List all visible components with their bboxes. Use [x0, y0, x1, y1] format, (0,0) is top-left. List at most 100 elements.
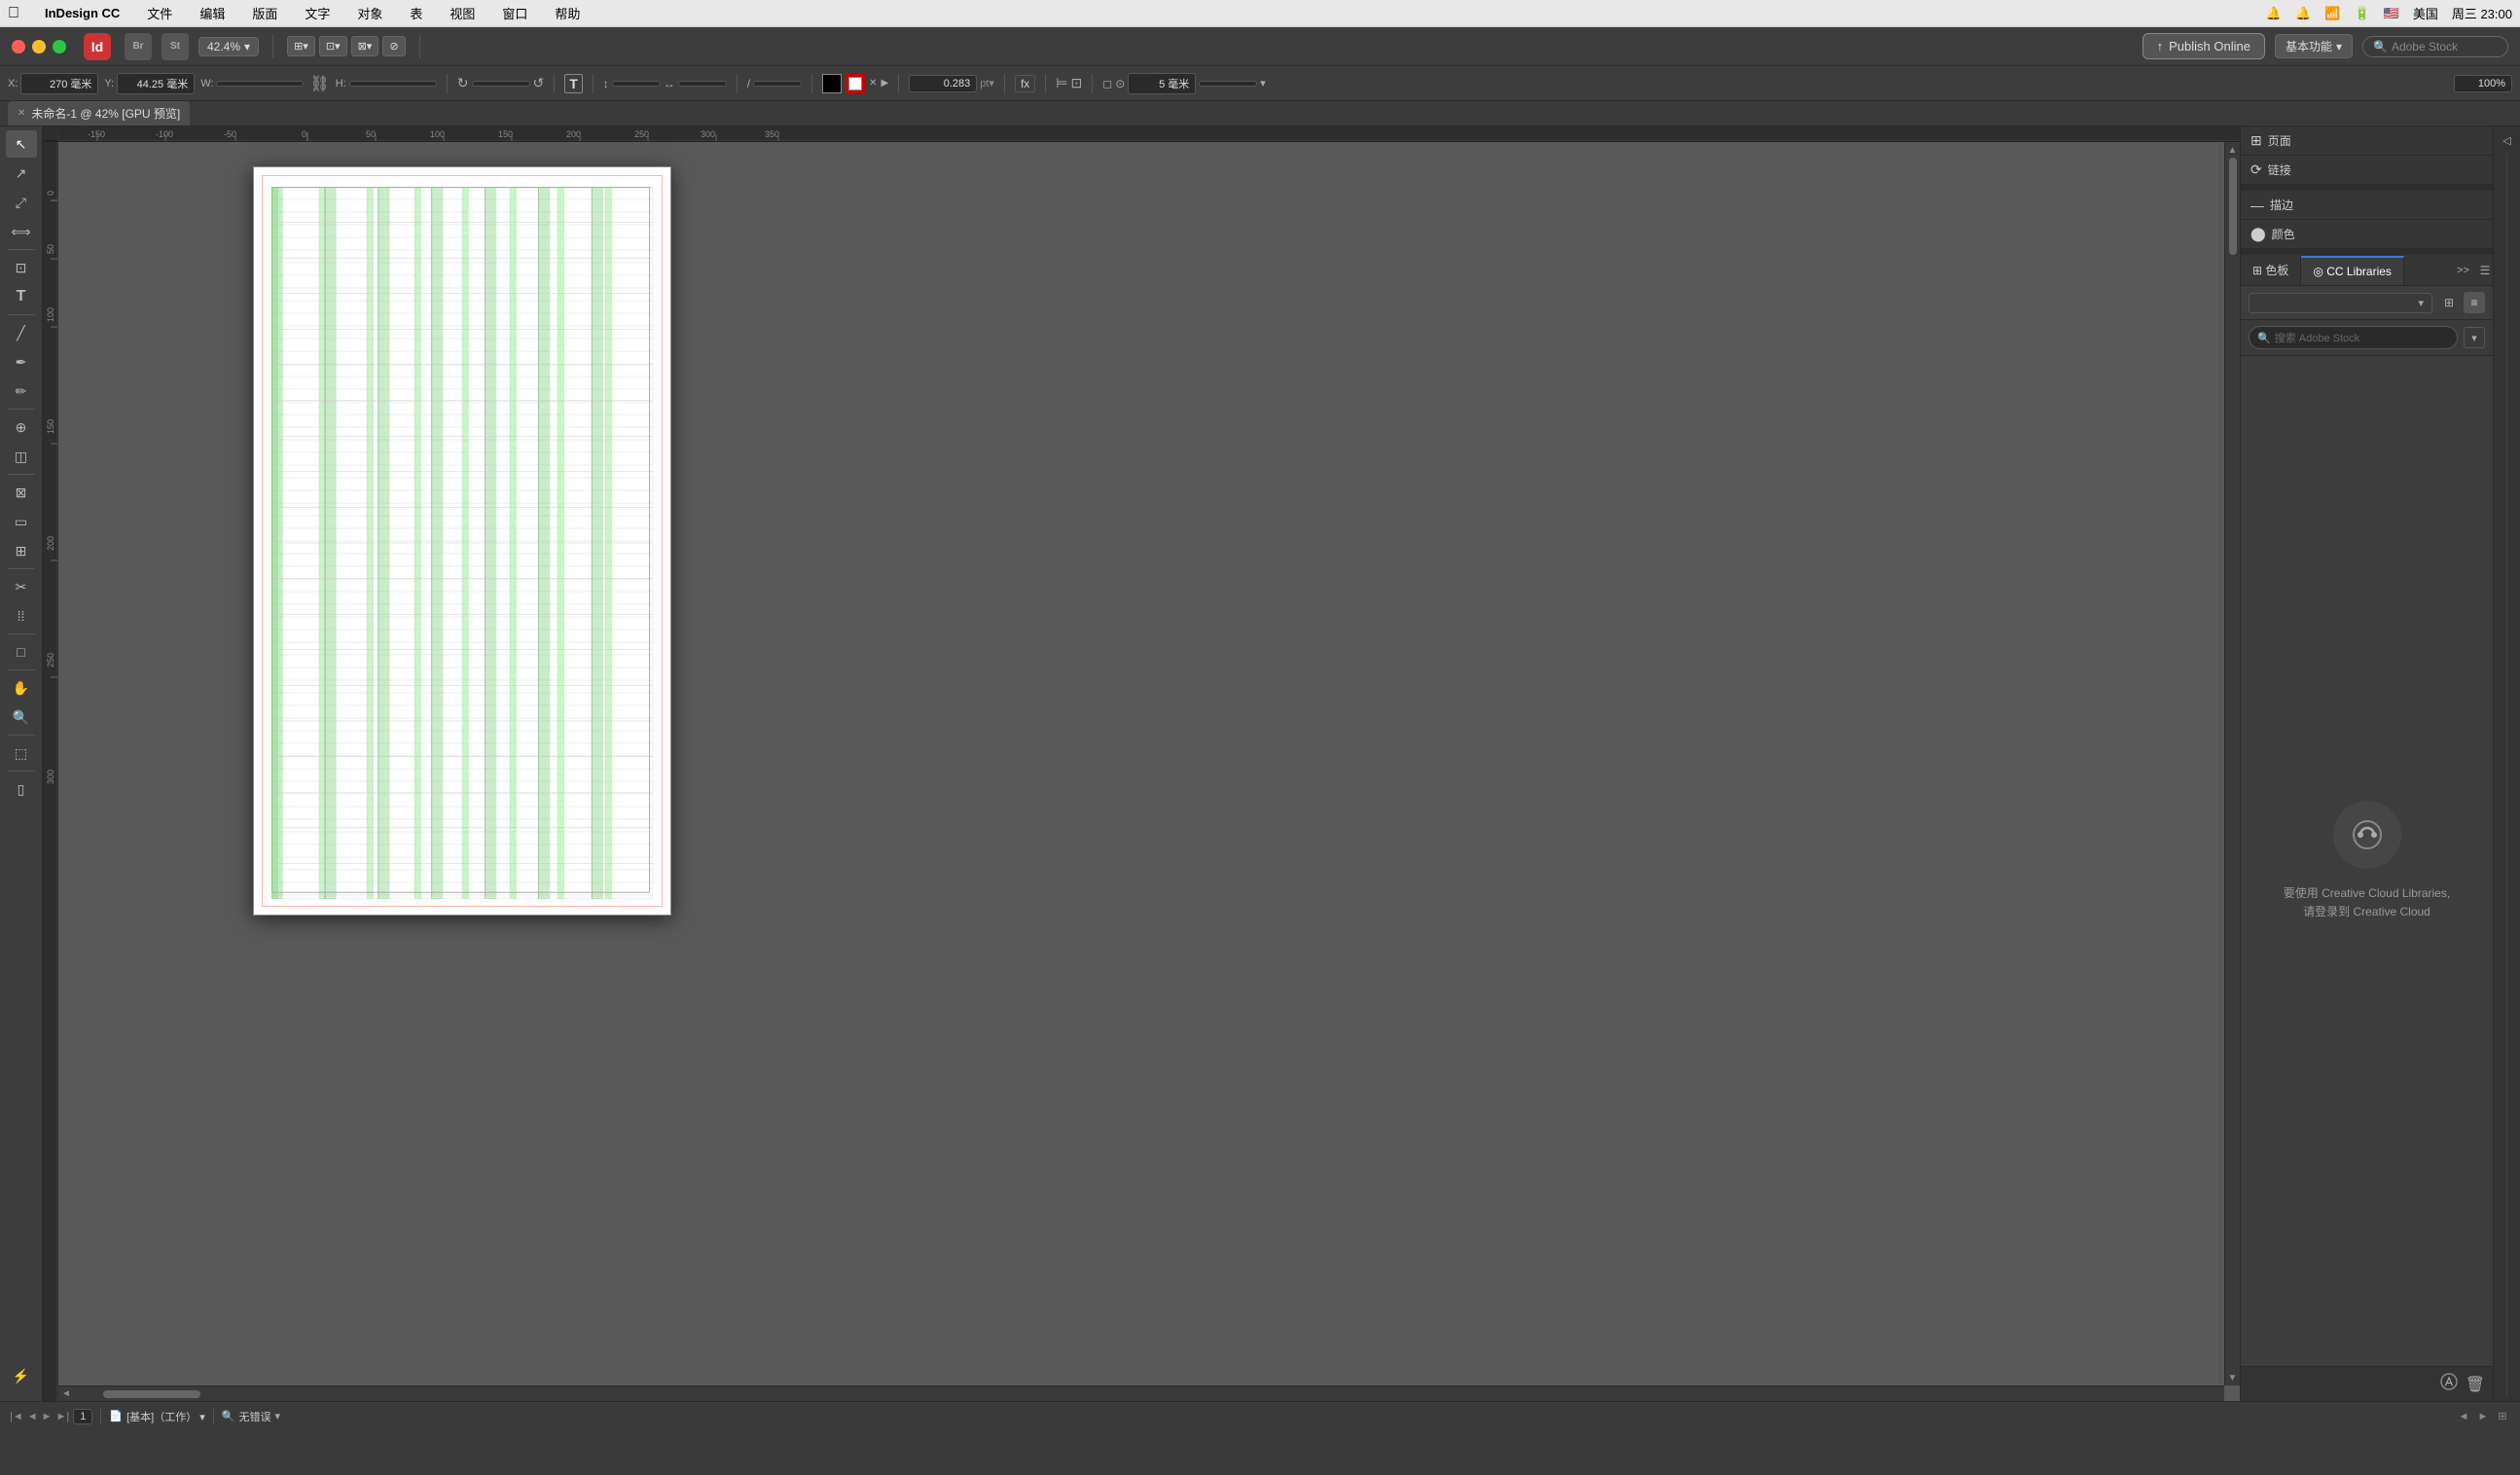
zoom-tool[interactable]: 🔍: [6, 703, 37, 731]
page-tool[interactable]: ⤢: [6, 189, 37, 216]
list-view-btn[interactable]: ≡: [2464, 292, 2485, 313]
page-add-btn[interactable]: ⊞: [2495, 1409, 2510, 1424]
page-style-dropdown[interactable]: [基本]（工作） ▾: [126, 1409, 205, 1424]
corner-chevron[interactable]: ▾: [1260, 77, 1266, 90]
stroke-panel-header[interactable]: — 描边: [2241, 191, 2493, 220]
scroll-thumb-h[interactable]: [103, 1390, 200, 1398]
last-page-btn[interactable]: ►|: [56, 1411, 70, 1422]
align-left-icon[interactable]: ⊨: [1056, 75, 1067, 91]
gradient-tool[interactable]: ◫: [6, 443, 37, 470]
gradient-swatch[interactable]: ▶: [882, 78, 889, 89]
quick-apply-icon[interactable]: ⚡: [6, 1362, 37, 1389]
rect-frame-tool[interactable]: ▭: [6, 508, 37, 535]
h-input[interactable]: [349, 81, 437, 87]
fill-stroke-btn[interactable]: ⊘: [382, 36, 405, 56]
menu-help[interactable]: 帮助: [549, 2, 586, 24]
scissors-tool[interactable]: ✂: [6, 573, 37, 600]
minimize-button[interactable]: [32, 40, 46, 54]
cc-search-bar[interactable]: 🔍 搜索 Adobe Stock: [2249, 326, 2458, 349]
corner-radius-input-2[interactable]: [1199, 81, 1257, 87]
direct-select-tool[interactable]: ↗: [6, 160, 37, 187]
apple-menu[interactable]: : [8, 5, 19, 22]
pen-tool[interactable]: ✒: [6, 348, 37, 376]
stroke-weight-input[interactable]: 0.283: [909, 75, 977, 92]
panels-expand-btn[interactable]: >>: [2449, 261, 2477, 280]
crop-tool[interactable]: ⊠: [6, 479, 37, 506]
zoom-control[interactable]: 42.4% ▾: [198, 37, 259, 56]
opacity-input[interactable]: 100%: [2454, 75, 2512, 92]
canvas-viewport[interactable]: ▲ ▼ ◄ ►: [58, 142, 2240, 1401]
scroll-left-btn[interactable]: ◄: [58, 1386, 74, 1401]
notification-icon-2[interactable]: 🔔: [2295, 6, 2311, 21]
type-tool[interactable]: T: [6, 283, 37, 310]
swatches-tab[interactable]: ⊞ 色板: [2241, 255, 2301, 285]
cc-trash-icon[interactable]: 🗑: [2466, 1375, 2485, 1394]
menu-text[interactable]: 文字: [299, 2, 336, 24]
rotate-input[interactable]: [472, 81, 530, 87]
arrange-btn[interactable]: ⊠▾: [351, 36, 379, 56]
menu-object[interactable]: 对象: [351, 2, 388, 24]
fx-button[interactable]: fx: [1015, 75, 1035, 92]
content-collector[interactable]: ⊡: [6, 254, 37, 281]
prev-page-btn[interactable]: ◄: [27, 1411, 38, 1422]
corner-radius-input[interactable]: 5 毫米: [1128, 73, 1196, 94]
cc-adobe-icon[interactable]: [2440, 1373, 2458, 1395]
status-chevron[interactable]: ▾: [275, 1410, 281, 1422]
scroll-right-status[interactable]: ►: [2475, 1409, 2491, 1424]
menu-edit[interactable]: 编辑: [194, 2, 231, 24]
close-button[interactable]: [12, 40, 25, 54]
stock-icon[interactable]: St: [162, 33, 189, 60]
cc-libraries-tab[interactable]: ◎ CC Libraries: [2301, 256, 2404, 285]
view-mode-tool[interactable]: ▯: [6, 775, 37, 803]
scroll-up-btn[interactable]: ▲: [2225, 142, 2240, 158]
frame-tool-btn[interactable]: ⊞▾: [287, 36, 315, 56]
bridge-icon[interactable]: Br: [125, 33, 152, 60]
text-frame-icon[interactable]: T: [564, 74, 583, 93]
fill-stroke-tool[interactable]: ⬚: [6, 739, 37, 767]
links-panel-header[interactable]: ⟳ 链接: [2241, 156, 2493, 185]
scrollbar-vertical[interactable]: ▲ ▼: [2224, 142, 2240, 1385]
cc-search-filter[interactable]: ▾: [2464, 327, 2485, 348]
rotate-ccw-icon[interactable]: ↺: [533, 75, 545, 91]
panels-menu-icon[interactable]: ☰: [2477, 263, 2493, 278]
fill-color-swatch[interactable]: [822, 74, 842, 93]
maximize-button[interactable]: [53, 40, 66, 54]
menu-view[interactable]: 视图: [444, 2, 481, 24]
scroll-down-btn[interactable]: ▼: [2225, 1370, 2240, 1385]
grid-view-btn[interactable]: ⊞: [2438, 292, 2460, 313]
transform-btn[interactable]: ⊡▾: [319, 36, 347, 56]
w-input[interactable]: [216, 81, 304, 87]
y-input[interactable]: 44.25 毫米: [117, 73, 195, 94]
current-page-input[interactable]: 1: [73, 1409, 92, 1424]
scroll-left-status[interactable]: ◄: [2456, 1409, 2471, 1424]
pages-panel-header[interactable]: ⊞ 页面: [2241, 126, 2493, 156]
scrollbar-horizontal[interactable]: ◄ ►: [58, 1385, 2224, 1401]
pencil-tool[interactable]: ✏: [6, 378, 37, 405]
menu-layout[interactable]: 版面: [246, 2, 283, 24]
search-bar[interactable]: 🔍 Adobe Stock: [2362, 36, 2508, 57]
gap-tool[interactable]: ⟺: [6, 218, 37, 245]
selection-tool[interactable]: ↖: [6, 130, 37, 158]
align-center-icon[interactable]: ⊡: [1070, 75, 1082, 91]
scroll-thumb-v[interactable]: [2229, 158, 2237, 255]
link-dimensions-icon[interactable]: ⛓: [309, 74, 329, 93]
document-tab[interactable]: ✕ 未命名-1 @ 42% [GPU 预览]: [8, 101, 190, 126]
rect-tool[interactable]: □: [6, 638, 37, 666]
panel-collapse-icon[interactable]: ◁: [2497, 130, 2518, 152]
none-swatch[interactable]: ✕: [869, 78, 877, 89]
line-tool[interactable]: ╱: [6, 319, 37, 346]
notification-icon[interactable]: 🔔: [2266, 6, 2282, 21]
menu-table[interactable]: 表: [404, 2, 428, 24]
shear-input[interactable]: [753, 81, 802, 87]
first-page-btn[interactable]: |◄: [10, 1411, 23, 1422]
ellipse-frame-tool[interactable]: ⊞: [6, 537, 37, 564]
preflight-icon[interactable]: 🔍: [222, 1410, 235, 1422]
measure-tool[interactable]: ⁞⁞: [6, 602, 37, 630]
next-page-btn[interactable]: ►: [42, 1411, 53, 1422]
menu-file[interactable]: 文件: [141, 2, 178, 24]
document-page[interactable]: [253, 166, 671, 916]
tab-close-icon[interactable]: ✕: [18, 108, 25, 119]
publish-online-button[interactable]: ↑ Publish Online: [2142, 33, 2265, 59]
menu-window[interactable]: 窗口: [496, 2, 533, 24]
color-panel-header[interactable]: ⬤ 颜色: [2241, 220, 2493, 249]
